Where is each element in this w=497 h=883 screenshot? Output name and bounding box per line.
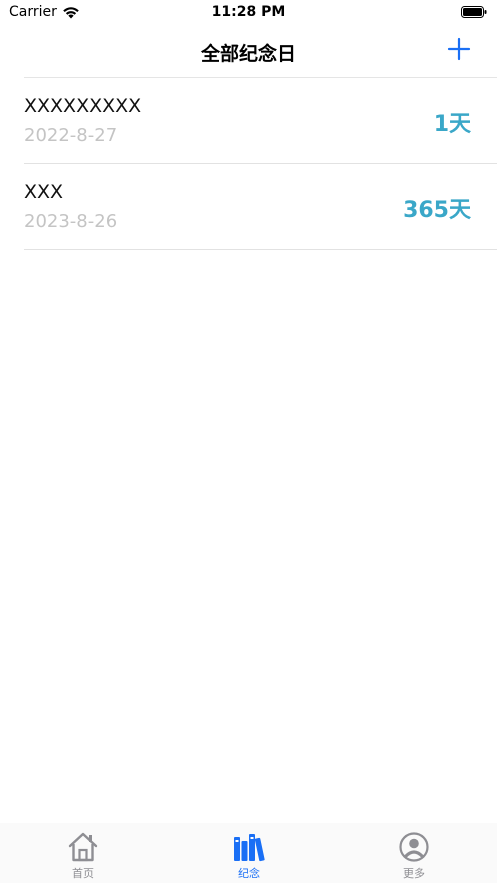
add-button[interactable] bbox=[447, 37, 471, 61]
home-icon bbox=[68, 832, 98, 862]
person-circle-icon bbox=[399, 832, 429, 862]
page-title: 全部纪念日 bbox=[200, 43, 296, 65]
anniversary-days: 365天 bbox=[403, 198, 471, 223]
tab-more[interactable]: 更多 bbox=[331, 823, 497, 883]
anniversary-title: XXX bbox=[24, 181, 64, 203]
tab-bar: 首页 纪念 更多 bbox=[0, 823, 497, 883]
navigation-bar: 全部纪念日 bbox=[0, 26, 497, 78]
books-icon bbox=[234, 834, 265, 862]
anniversary-date: 2022-8-27 bbox=[24, 125, 118, 146]
anniversary-list: XXXXXXXXX 2022-8-27 1天 XXX 2023-8-26 365… bbox=[24, 78, 497, 250]
tab-label: 更多 bbox=[403, 867, 425, 880]
anniversary-days: 1天 bbox=[433, 112, 471, 137]
anniversary-date: 2023-8-26 bbox=[24, 211, 118, 232]
anniversary-row[interactable]: XXXXXXXXX 2022-8-27 1天 bbox=[24, 78, 497, 164]
status-bar: Carrier 11:28 PM bbox=[0, 0, 497, 26]
anniversary-title: XXXXXXXXX bbox=[24, 95, 142, 117]
plus-icon bbox=[447, 37, 471, 61]
home-indicator bbox=[182, 873, 316, 878]
battery-icon bbox=[461, 6, 487, 18]
tab-label: 首页 bbox=[72, 867, 94, 880]
tab-home[interactable]: 首页 bbox=[0, 823, 166, 883]
anniversary-row[interactable]: XXX 2023-8-26 365天 bbox=[24, 164, 497, 250]
status-time: 11:28 PM bbox=[211, 4, 286, 20]
